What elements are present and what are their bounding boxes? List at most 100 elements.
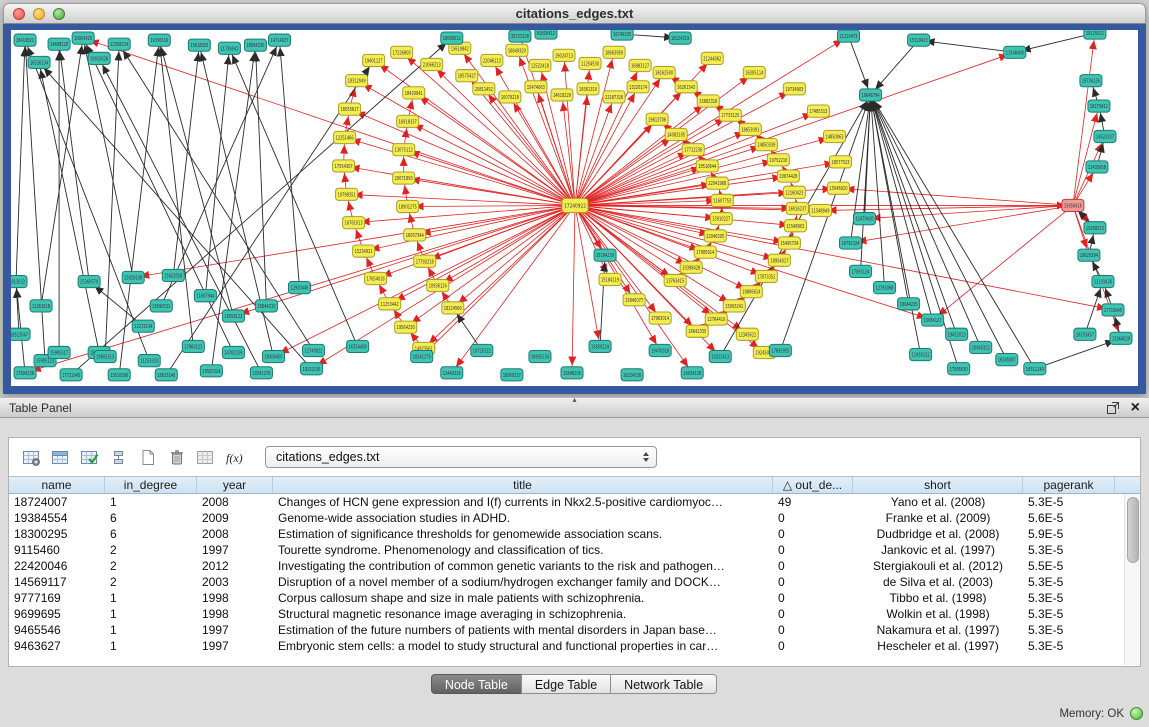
hub-node[interactable]: 17240922 [562,198,588,212]
graph-node[interactable]: 19734126 [1080,75,1102,87]
graph-node[interactable]: 35723108 [509,30,531,42]
graph-node[interactable]: 12251466 [334,131,356,143]
graph-edge[interactable] [871,40,919,95]
close-panel-icon[interactable]: × [1131,400,1140,416]
graph-node[interactable]: 21210473 [837,30,859,42]
graph-node[interactable]: 12522418 [529,59,551,71]
graph-node[interactable]: 17085630 [948,363,970,375]
graph-node[interactable]: 16761013 [343,217,365,229]
graph-node[interactable]: 16305114 [743,67,765,79]
graph-node[interactable]: 18901275 [397,200,419,212]
graph-node[interactable]: 21066213 [421,58,443,70]
graph-node[interactable]: 16849320 [506,44,528,56]
graph-node[interactable]: 12160423 [783,186,805,198]
graph-edge[interactable] [575,205,789,243]
graph-edge[interactable] [1085,282,1103,335]
graph-node[interactable]: 19470318 [649,344,671,356]
graph-node[interactable]: 10720322 [471,344,493,356]
graph-node[interactable]: 16245087 [996,354,1018,366]
graph-edge[interactable] [173,45,199,275]
graph-node[interactable]: 18510644 [696,160,718,172]
graph-node[interactable]: 21244062 [701,52,723,64]
graph-edge[interactable] [402,52,575,205]
graph-edge[interactable] [575,87,638,206]
graph-node[interactable]: 22187326 [603,91,625,103]
table-row[interactable]: 946362711997Embryonic stem cells: a mode… [9,638,1140,654]
graph-node[interactable]: 17226805 [391,46,413,58]
graph-node[interactable]: 12791068 [874,282,896,294]
table-scrollbar[interactable] [1124,494,1140,665]
graph-node[interactable]: 15845077 [623,294,645,306]
table-row[interactable]: 946554611997Estimation of the future num… [9,622,1140,638]
graph-node[interactable]: 11253310 [138,355,160,367]
graph-edge[interactable] [25,40,45,361]
graph-edge[interactable] [517,50,575,205]
graph-node[interactable]: 17085914 [694,246,716,258]
tab-node-table[interactable]: Node Table [431,674,522,694]
graph-node[interactable]: 18620394 [1078,249,1100,261]
graph-edge[interactable] [865,95,871,219]
graph-node[interactable]: 13364029 [1110,332,1132,344]
graph-node[interactable]: 17692055 [769,344,791,356]
graph-node[interactable]: 14698128 [48,38,70,50]
graph-node[interactable]: 18844210 [255,300,277,312]
graph-node[interactable]: 14850339 [755,139,777,151]
graph-node[interactable]: 11548949 [809,204,831,216]
graph-edge[interactable] [424,205,575,348]
graph-edge[interactable] [1035,338,1121,368]
graph-node[interactable]: 12345622 [736,328,758,340]
graph-node[interactable]: 11548408 [1004,46,1026,58]
network-canvas[interactable]: 1724092218312049160556171225146617554307… [11,30,1138,386]
graph-edge[interactable] [233,205,575,316]
function-builder-icon[interactable]: f(x) [221,445,248,469]
import-table-icon[interactable] [192,445,219,469]
graph-node[interactable]: 16057344 [404,229,426,241]
graph-node[interactable]: 15021413 [709,351,731,363]
graph-node[interactable]: 15929108 [122,271,144,283]
table-row[interactable]: 2242004622012Investigating the contribut… [9,558,1140,574]
graph-node[interactable]: 10674428 [777,170,799,182]
graph-edge[interactable] [1073,33,1095,205]
graph-node[interactable]: 18224560 [442,302,464,314]
graph-node[interactable]: 17093124 [849,265,871,277]
graph-node[interactable]: 19590531 [150,300,172,312]
graph-node[interactable]: 14850063 [823,130,845,142]
graph-edge[interactable] [871,95,981,348]
graph-node[interactable]: 18306450 [262,351,284,363]
graph-node[interactable]: 13850224 [589,340,611,352]
graph-node[interactable]: 11548902 [784,220,806,232]
graph-node[interactable]: 15505314 [200,365,222,377]
table-mode-icon[interactable] [18,445,45,469]
graph-edge[interactable] [919,40,1015,52]
column-header-name[interactable]: name [9,477,105,493]
graph-node[interactable]: 15958213 [1084,222,1106,234]
graph-node[interactable]: 22046113 [481,54,503,66]
graph-node[interactable]: 25260570 [78,275,100,287]
column-header-out_de[interactable]: △ out_de... [773,477,853,493]
graph-node[interactable]: 11254530 [579,57,601,69]
graph-node[interactable]: 16016237 [786,202,808,214]
graph-node[interactable]: 81830412 [535,30,557,39]
graph-node[interactable]: 11607753 [711,194,733,206]
graph-node[interactable]: 18273412 [1088,100,1110,112]
graph-node[interactable]: 18094330 [244,39,266,51]
graph-node[interactable]: 18068012 [441,32,463,44]
graph-node[interactable]: 15046920 [827,182,849,194]
graph-node[interactable]: 18341279 [411,351,433,363]
graph-node[interactable]: 15682316 [697,95,719,107]
graph-edge[interactable] [273,205,575,356]
graph-node[interactable]: 15905317 [48,346,70,358]
table-row[interactable]: 1456911722003Disruption of a novel membe… [9,574,1140,590]
graph-node[interactable]: 19401127 [363,54,385,66]
graph-node[interactable]: 11253442 [379,298,401,310]
graph-node[interactable]: 15234921 [353,245,375,257]
graph-node[interactable]: 19734903 [783,83,805,95]
graph-svg[interactable]: 1724092218312049160556171225146617554307… [11,30,1138,386]
table-row[interactable]: 977716911998Corpus callosum shape and si… [9,590,1140,606]
graph-edge[interactable] [600,255,605,346]
create-column-icon[interactable] [76,445,103,469]
table-row[interactable]: 969969511998Structural magnetic resonanc… [9,606,1140,622]
graph-node[interactable]: 12058224 [108,38,130,50]
graph-node[interactable]: 16055617 [339,103,361,115]
graph-node[interactable]: 16162500 [653,67,675,79]
